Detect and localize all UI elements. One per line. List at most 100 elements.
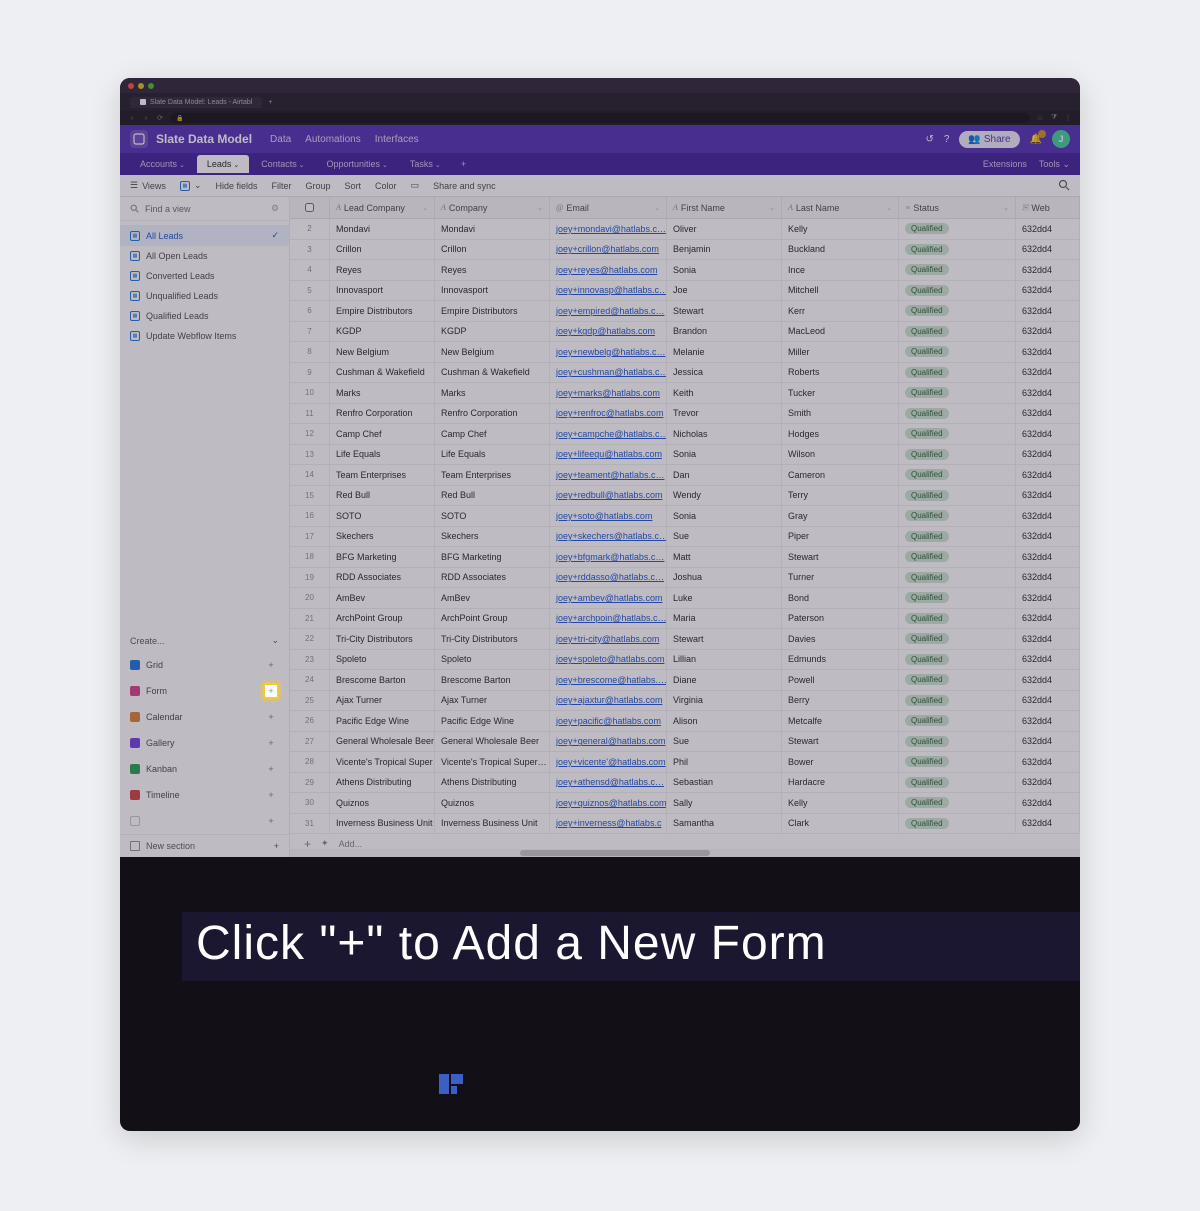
browser-tab[interactable]: Slate Data Model: Leads - Airtabl xyxy=(130,97,262,108)
create-view-kanban[interactable]: Kanban+ xyxy=(120,756,289,782)
table-row[interactable]: 4ReyesReyesjoey+reyes@hatlabs.comSoniaIn… xyxy=(290,260,1080,281)
cell-web[interactable]: 632dd4 xyxy=(1016,588,1080,608)
cell-status[interactable]: Qualified xyxy=(899,281,1016,301)
cell-last-name[interactable]: Tucker xyxy=(782,383,899,403)
cell-status[interactable]: Qualified xyxy=(899,732,1016,752)
cell-lead-company[interactable]: Spoleto xyxy=(330,650,435,670)
base-icon[interactable] xyxy=(130,130,148,148)
cell-web[interactable]: 632dd4 xyxy=(1016,629,1080,649)
cell-last-name[interactable]: Piper xyxy=(782,527,899,547)
cell-email[interactable]: joey+inverness@hatlabs.c xyxy=(550,814,667,834)
cell-lead-company[interactable]: Empire Distributors xyxy=(330,301,435,321)
cell-web[interactable]: 632dd4 xyxy=(1016,711,1080,731)
cell-status[interactable]: Qualified xyxy=(899,670,1016,690)
color-button[interactable]: Color xyxy=(375,181,397,191)
hide-fields-button[interactable]: Hide fields xyxy=(215,181,257,191)
cell-lead-company[interactable]: General Wholesale Beer xyxy=(330,732,435,752)
column-header-status[interactable]: ≡Status⌄ xyxy=(899,197,1016,218)
cell-web[interactable]: 632dd4 xyxy=(1016,404,1080,424)
cell-email[interactable]: joey+reyes@hatlabs.com xyxy=(550,260,667,280)
add-view-plus-button[interactable]: + xyxy=(263,813,279,829)
cell-first-name[interactable]: Wendy xyxy=(667,486,782,506)
cell-company[interactable]: Cushman & Wakefield xyxy=(435,363,550,383)
select-all-checkbox[interactable] xyxy=(290,197,330,218)
close-icon[interactable] xyxy=(128,83,134,89)
cell-lead-company[interactable]: Marks xyxy=(330,383,435,403)
add-row[interactable]: +✦Add... xyxy=(290,834,1080,849)
table-tab-contacts[interactable]: Contacts ⌄ xyxy=(251,155,314,173)
cell-first-name[interactable]: Sue xyxy=(667,527,782,547)
cell-last-name[interactable]: Hardacre xyxy=(782,773,899,793)
table-row[interactable]: 8New BelgiumNew Belgiumjoey+newbelg@hatl… xyxy=(290,342,1080,363)
add-view-plus-button[interactable]: + xyxy=(263,683,279,699)
table-tab-leads[interactable]: Leads ⌄ xyxy=(197,155,249,173)
add-table-button[interactable]: + xyxy=(453,159,474,169)
cell-first-name[interactable]: Melanie xyxy=(667,342,782,362)
add-view-plus-button[interactable]: + xyxy=(263,735,279,751)
sidebar-view-item[interactable]: ▦All Leads✓ xyxy=(120,225,289,246)
cell-web[interactable]: 632dd4 xyxy=(1016,568,1080,588)
cell-web[interactable]: 632dd4 xyxy=(1016,691,1080,711)
cell-email[interactable]: joey+mondavi@hatlabs.c… xyxy=(550,219,667,239)
cell-first-name[interactable]: Dan xyxy=(667,465,782,485)
cell-first-name[interactable]: Samantha xyxy=(667,814,782,834)
table-row[interactable]: 2MondaviMondavijoey+mondavi@hatlabs.c…Ol… xyxy=(290,219,1080,240)
table-row[interactable]: 17SkechersSkechersjoey+skechers@hatlabs.… xyxy=(290,527,1080,548)
maximize-icon[interactable] xyxy=(148,83,154,89)
add-view-plus-button[interactable]: + xyxy=(263,657,279,673)
table-row[interactable]: 18BFG MarketingBFG Marketingjoey+bfgmark… xyxy=(290,547,1080,568)
cell-lead-company[interactable]: Life Equals xyxy=(330,445,435,465)
cell-web[interactable]: 632dd4 xyxy=(1016,814,1080,834)
cell-last-name[interactable]: Bond xyxy=(782,588,899,608)
cell-last-name[interactable]: Turner xyxy=(782,568,899,588)
cell-last-name[interactable]: Clark xyxy=(782,814,899,834)
history-icon[interactable]: ↺ xyxy=(925,134,933,145)
cell-first-name[interactable]: Phil xyxy=(667,752,782,772)
cell-first-name[interactable]: Luke xyxy=(667,588,782,608)
sidebar-view-item[interactable]: ▦Qualified Leads xyxy=(120,306,289,326)
column-header-first-name[interactable]: AFirst Name⌄ xyxy=(667,197,782,218)
sidebar-view-item[interactable]: ▦Unqualified Leads xyxy=(120,286,289,306)
cell-status[interactable]: Qualified xyxy=(899,527,1016,547)
cell-company[interactable]: ArchPoint Group xyxy=(435,609,550,629)
table-tab-tasks[interactable]: Tasks ⌄ xyxy=(400,155,451,173)
cell-status[interactable]: Qualified xyxy=(899,363,1016,383)
cell-first-name[interactable]: Joe xyxy=(667,281,782,301)
notifications-button[interactable]: 🔔 xyxy=(1030,134,1042,145)
cell-last-name[interactable]: Bower xyxy=(782,752,899,772)
cell-last-name[interactable]: MacLeod xyxy=(782,322,899,342)
cell-status[interactable]: Qualified xyxy=(899,793,1016,813)
new-tab-button[interactable]: + xyxy=(268,99,272,106)
gear-icon[interactable]: ⚙ xyxy=(271,203,279,214)
cell-status[interactable]: Qualified xyxy=(899,383,1016,403)
share-button[interactable]: 👥 Share xyxy=(959,131,1019,148)
cell-web[interactable]: 632dd4 xyxy=(1016,506,1080,526)
cell-company[interactable]: Innovasport xyxy=(435,281,550,301)
cell-first-name[interactable]: Maria xyxy=(667,609,782,629)
add-view-plus-button[interactable]: + xyxy=(263,787,279,803)
cell-email[interactable]: joey+campche@hatlabs.c… xyxy=(550,424,667,444)
cell-company[interactable]: Quiznos xyxy=(435,793,550,813)
table-row[interactable]: 19RDD AssociatesRDD Associatesjoey+rddas… xyxy=(290,568,1080,589)
cell-email[interactable]: joey+ambev@hatlabs.com xyxy=(550,588,667,608)
cell-last-name[interactable]: Buckland xyxy=(782,240,899,260)
table-row[interactable]: 7KGDPKGDPjoey+kgdp@hatlabs.comBrandonMac… xyxy=(290,322,1080,343)
table-row[interactable]: 21ArchPoint GroupArchPoint Groupjoey+arc… xyxy=(290,609,1080,630)
cell-last-name[interactable]: Edmunds xyxy=(782,650,899,670)
cell-company[interactable]: Skechers xyxy=(435,527,550,547)
cell-last-name[interactable]: Stewart xyxy=(782,547,899,567)
cell-first-name[interactable]: Virginia xyxy=(667,691,782,711)
cell-email[interactable]: joey+newbelg@hatlabs.c… xyxy=(550,342,667,362)
table-row[interactable]: 15Red BullRed Bulljoey+redbull@hatlabs.c… xyxy=(290,486,1080,507)
cell-first-name[interactable]: Lillian xyxy=(667,650,782,670)
cell-web[interactable]: 632dd4 xyxy=(1016,240,1080,260)
cell-lead-company[interactable]: BFG Marketing xyxy=(330,547,435,567)
cell-status[interactable]: Qualified xyxy=(899,568,1016,588)
table-row[interactable]: 11Renfro CorporationRenfro Corporationjo… xyxy=(290,404,1080,425)
cell-company[interactable]: New Belgium xyxy=(435,342,550,362)
cell-email[interactable]: joey+marks@hatlabs.com xyxy=(550,383,667,403)
cell-lead-company[interactable]: Skechers xyxy=(330,527,435,547)
cell-email[interactable]: joey+spoleto@hatlabs.com xyxy=(550,650,667,670)
cell-email[interactable]: joey+tri-city@hatlabs.com xyxy=(550,629,667,649)
cell-last-name[interactable]: Stewart xyxy=(782,732,899,752)
